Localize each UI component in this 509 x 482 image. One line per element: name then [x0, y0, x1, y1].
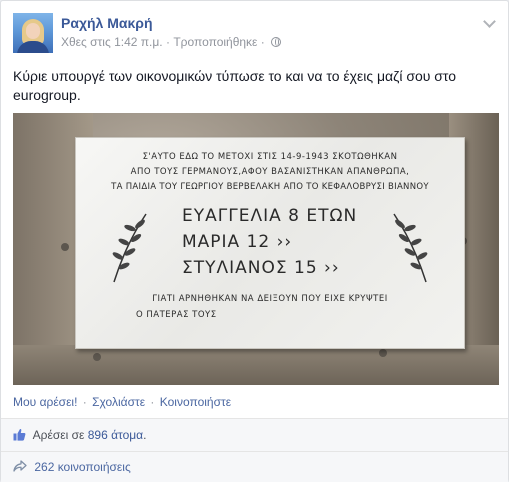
- post-timestamp[interactable]: Χθες στις 1:42 π.μ.: [61, 35, 163, 49]
- plaque-line: Ο ΠΑΤΕΡΑΣ ΤΟΥΣ: [136, 310, 217, 320]
- likes-count-link[interactable]: 896 άτομα: [88, 428, 143, 442]
- laurel-branch-left: [112, 213, 147, 283]
- plaque-line: Σ'ΑΥΤΟ ΕΔΩ ΤΟ ΜΕΤΟΧΙ ΣΤΙΣ 14-9-1943 ΣΚΟΤ…: [142, 152, 398, 162]
- likes-suffix: .: [143, 428, 147, 442]
- globe-icon[interactable]: [271, 37, 282, 47]
- author-name[interactable]: Ραχήλ Μακρή: [61, 15, 153, 31]
- plaque-line: ΤΑ ΠΑΙΔΙΑ ΤΟΥ ΓΕΩΡΓΙΟΥ ΒΕΡΒΕΛΑΚΗ ΑΠΟ ΤΟ …: [111, 182, 429, 192]
- action-separator: ·: [82, 395, 87, 409]
- thumbs-up-icon: [13, 428, 26, 441]
- share-link[interactable]: Κοινοποιήστε: [160, 395, 231, 409]
- action-separator: ·: [150, 395, 155, 409]
- chevron-down-icon[interactable]: [483, 15, 496, 28]
- avatar[interactable]: [13, 13, 53, 53]
- shares-summary[interactable]: 262 κοινοποιήσεις: [1, 452, 508, 482]
- share-arrow-icon: [13, 460, 27, 472]
- memorial-plaque: Σ'ΑΥΤΟ ΕΔΩ ΤΟ ΜΕΤΟΧΙ ΣΤΙΣ 14-9-1943 ΣΚΟΤ…: [75, 137, 465, 349]
- post-card: Ραχήλ Μακρή Χθες στις 1:42 π.μ. · Τροποπ…: [0, 0, 509, 482]
- plaque-name: ΣΤΥΛΙΑΝΟΣ 15 ››: [182, 258, 340, 278]
- post-photo[interactable]: Σ'ΑΥΤΟ ΕΔΩ ΤΟ ΜΕΤΟΧΙ ΣΤΙΣ 14-9-1943 ΣΚΟΤ…: [13, 113, 499, 385]
- like-link[interactable]: Μου αρέσει!: [13, 395, 77, 409]
- plaque-line: ΑΠΟ ΤΟΥΣ ΓΕΡΜΑΝΟΥΣ,ΑΦΟΥ ΒΑΣΑΝΙΣΤΗΚΑΝ ΑΠΑ…: [130, 167, 410, 177]
- edited-label[interactable]: Τροποποιήθηκε: [173, 35, 257, 49]
- plaque-name: ΕΥΑΓΓΕΛΙΑ 8 ΕΤΩΝ: [182, 206, 358, 226]
- post-actions: Μου αρέσει! · Σχολιάστε · Κοινοποιήστε: [13, 395, 231, 409]
- likes-summary: Αρέσει σε 896 άτομα.: [1, 419, 508, 451]
- post-meta: Χθες στις 1:42 π.μ. · Τροποποιήθηκε ·: [61, 35, 282, 49]
- likes-prefix: Αρέσει σε: [32, 428, 85, 442]
- shares-count[interactable]: 262 κοινοποιήσεις: [34, 460, 130, 474]
- laurel-branch-right: [393, 213, 428, 283]
- post-text: Κύριε υπουργέ των οικονομικών τύπωσε το …: [13, 68, 457, 103]
- plaque-name: ΜΑΡΙΑ 12 ››: [182, 232, 293, 252]
- post-header: Ραχήλ Μακρή Χθες στις 1:42 π.μ. · Τροποπ…: [13, 13, 496, 57]
- comment-link[interactable]: Σχολιάστε: [92, 395, 145, 409]
- plaque-line: ΓΙΑΤΙ ΑΡΝΗΘΗΚΑΝ ΝΑ ΔΕΙΞΟΥΝ ΠΟΥ ΕΙΧΕ ΚΡΥΨ…: [152, 294, 388, 304]
